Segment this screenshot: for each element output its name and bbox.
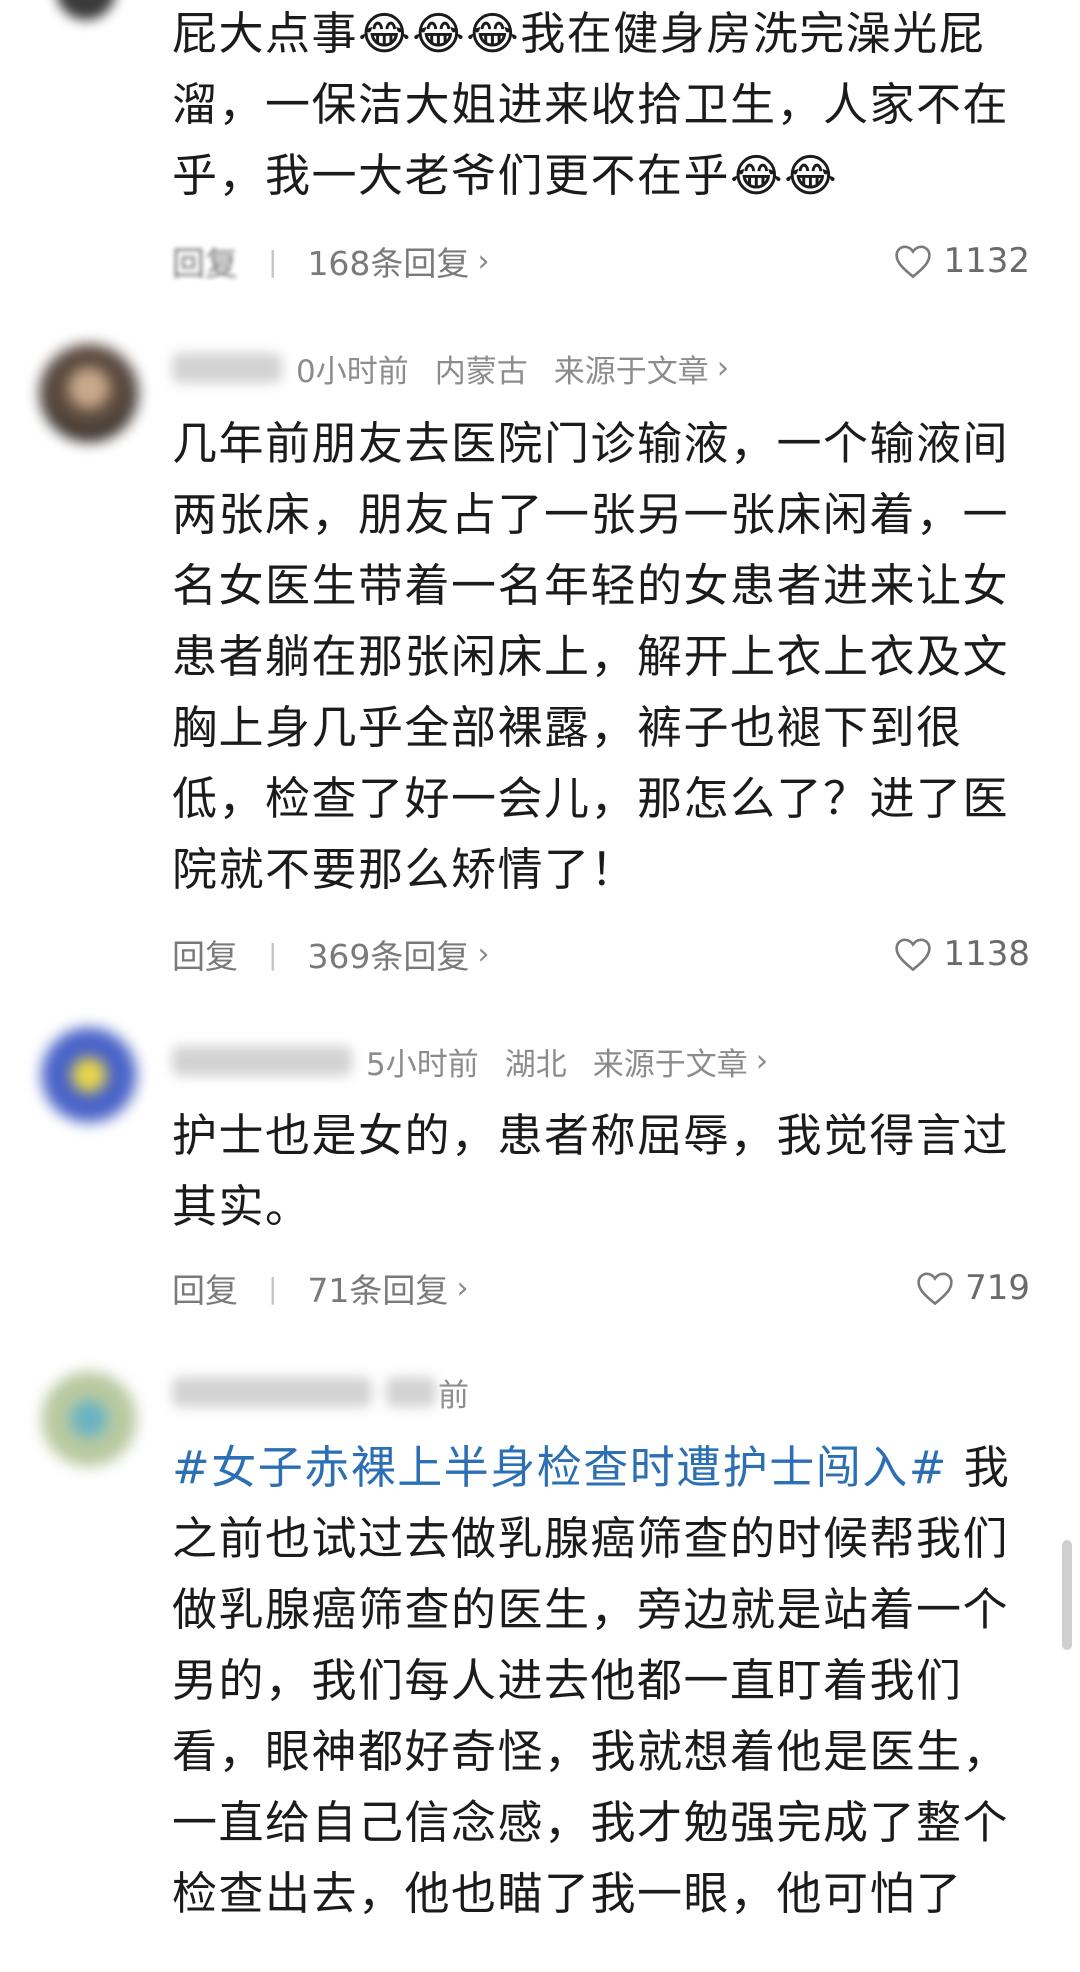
comment-actions: 回复 | 168条回复 › 1132 [172, 236, 1030, 286]
source-link[interactable]: 来源于文章 [554, 346, 709, 391]
comment-text: #女子赤裸上半身检查时遭护士闯入# 我之前也试过去做乳腺癌筛查的时候帮我们做乳腺… [172, 1432, 1032, 1929]
chevron-right-icon[interactable]: › [456, 1271, 468, 1306]
divider: | [268, 1271, 278, 1305]
chevron-right-icon[interactable]: › [717, 350, 729, 386]
divider: | [268, 937, 278, 971]
like-button[interactable]: 1132 [893, 241, 1030, 281]
username[interactable] [172, 1377, 372, 1407]
chevron-right-icon[interactable]: › [756, 1043, 768, 1079]
comment-text: 护士也是女的，患者称屈辱，我觉得言过其实。 [172, 1109, 1010, 1233]
view-replies-link[interactable]: 168条回复 [307, 237, 469, 285]
chevron-right-icon[interactable]: › [477, 244, 489, 279]
comment-text-body: 我之前也试过去做乳腺癌筛查的时候帮我们做乳腺癌筛查的医生，旁边就是站着一个男的，… [172, 1441, 1011, 1920]
like-button[interactable]: 719 [915, 1268, 1030, 1308]
comment-actions: 回复 | 369条回复 › 1138 [172, 929, 1030, 979]
comment-text: 几年前朋友去医院门诊输液，一个输液间两张床，朋友占了一张另一张床闲着，一名女医生… [172, 417, 1010, 896]
like-button[interactable]: 1138 [893, 934, 1030, 974]
avatar[interactable] [40, 1026, 138, 1124]
comment-location: 湖北 [504, 1046, 567, 1083]
chevron-right-icon[interactable]: › [477, 937, 489, 972]
heart-outline-icon [895, 245, 932, 279]
username[interactable] [172, 353, 282, 383]
comment-meta: 前 [172, 1367, 469, 1417]
avatar[interactable] [40, 344, 138, 442]
view-replies-link[interactable]: 369条回复 [307, 930, 469, 978]
source-link[interactable]: 来源于文章 [593, 1039, 748, 1084]
like-count: 1138 [943, 934, 1030, 974]
comment-meta: 5小时前 湖北 来源于文章 › [172, 1036, 768, 1086]
heart-outline-icon [895, 938, 932, 972]
comment-time: 0小时前 [296, 353, 409, 390]
username[interactable] [172, 1046, 352, 1076]
previous-avatar-fragment [56, 0, 116, 20]
comment-location: 内蒙古 [434, 353, 528, 390]
scrollbar-thumb[interactable] [1062, 1540, 1072, 1650]
reply-button[interactable]: 回复 [172, 1264, 238, 1312]
divider: | [268, 244, 278, 278]
comment-time: 5小时前 [366, 1046, 479, 1083]
comment-time-blurred [386, 1377, 436, 1407]
reply-button[interactable]: 回复 [172, 930, 238, 978]
reply-button[interactable]: 回复 [172, 237, 238, 285]
comment-text: 屁大点事😂😂😂我在健身房洗完澡光屁溜，一保洁大姐进来收拾卫生，人家不在乎，我一大… [172, 7, 1010, 202]
view-replies-link[interactable]: 71条回复 [307, 1264, 448, 1312]
comment-meta: 0小时前 内蒙古 来源于文章 › [172, 343, 729, 393]
avatar[interactable] [40, 1370, 138, 1468]
heart-outline-icon [917, 1272, 953, 1306]
hashtag-link[interactable]: #女子赤裸上半身检查时遭护士闯入# [172, 1441, 948, 1494]
comment-time: 前 [438, 1377, 469, 1414]
like-count: 719 [965, 1268, 1030, 1308]
like-count: 1132 [943, 241, 1030, 281]
comment-actions: 回复 | 71条回复 › 719 [172, 1263, 1030, 1313]
